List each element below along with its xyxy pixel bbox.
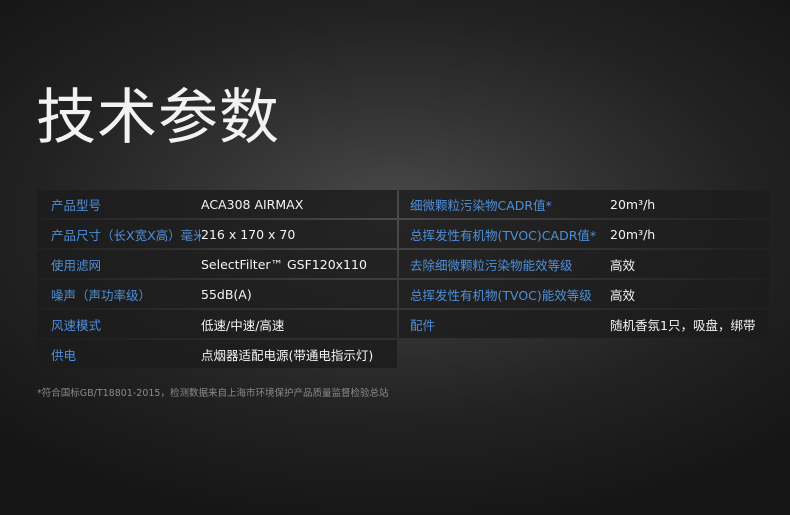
spec-label: 风速模式 <box>51 317 102 333</box>
spec-value: ACA308 AIRMAX <box>201 196 304 212</box>
spec-value: 高效 <box>610 287 636 303</box>
spec-label: 使用滤网 <box>51 257 102 273</box>
spec-value: 高效 <box>610 257 636 273</box>
spec-label: 产品型号 <box>51 197 102 213</box>
spec-row-particle-efficiency: 去除细微颗粒污染物能效等级 高效 <box>399 250 769 278</box>
spec-row-dimensions: 产品尺寸（长X宽X高）毫米 216 x 170 x 70 <box>37 220 397 248</box>
spec-value: 55dB(A) <box>201 286 252 302</box>
spec-value: SelectFilter™ GSF120x110 <box>201 256 367 272</box>
spec-value: 20m³/h <box>610 226 656 242</box>
spec-label: 细微颗粒污染物CADR值* <box>410 197 552 213</box>
footnote: *符合国标GB/T18801-2015，检测数据来自上海市环境保护产品质量监督检… <box>37 388 389 399</box>
spec-label: 产品尺寸（长X宽X高）毫米 <box>51 227 201 243</box>
spec-column-right: 细微颗粒污染物CADR值* 20m³/h 总挥发性有机物(TVOC)CADR值*… <box>399 190 769 340</box>
spec-label: 去除细微颗粒污染物能效等级 <box>410 257 573 273</box>
spec-row-power: 供电 点烟器适配电源(带通电指示灯) <box>37 340 397 368</box>
spec-label: 噪声（声功率级） <box>51 287 152 303</box>
spec-value: 随机香氛1只，吸盘，绑带 <box>610 317 756 333</box>
spec-value: 低速/中速/高速 <box>201 317 285 333</box>
spec-row-tvoc-efficiency: 总挥发性有机物(TVOC)能效等级 高效 <box>399 280 769 308</box>
spec-label: 供电 <box>51 347 77 363</box>
spec-row-filter: 使用滤网 SelectFilter™ GSF120x110 <box>37 250 397 278</box>
spec-label: 总挥发性有机物(TVOC)能效等级 <box>410 287 592 303</box>
spec-row-fan-mode: 风速模式 低速/中速/高速 <box>37 310 397 338</box>
spec-column-left: 产品型号 ACA308 AIRMAX 产品尺寸（长X宽X高）毫米 216 x 1… <box>37 190 397 370</box>
spec-row-particle-cadr: 细微颗粒污染物CADR值* 20m³/h <box>399 190 769 218</box>
spec-value: 点烟器适配电源(带通电指示灯) <box>201 347 374 363</box>
spec-row-noise: 噪声（声功率级） 55dB(A) <box>37 280 397 308</box>
page-title: 技术参数 <box>36 83 280 153</box>
spec-label: 总挥发性有机物(TVOC)CADR值* <box>410 227 597 243</box>
spec-row-tvoc-cadr: 总挥发性有机物(TVOC)CADR值* 20m³/h <box>399 220 769 248</box>
spec-value: 216 x 170 x 70 <box>201 226 296 242</box>
spec-row-model: 产品型号 ACA308 AIRMAX <box>37 190 397 218</box>
spec-row-accessories: 配件 随机香氛1只，吸盘，绑带 <box>399 310 769 338</box>
spec-value: 20m³/h <box>610 196 656 212</box>
spec-label: 配件 <box>410 317 436 333</box>
spec-table: 产品型号 ACA308 AIRMAX 产品尺寸（长X宽X高）毫米 216 x 1… <box>0 190 790 374</box>
